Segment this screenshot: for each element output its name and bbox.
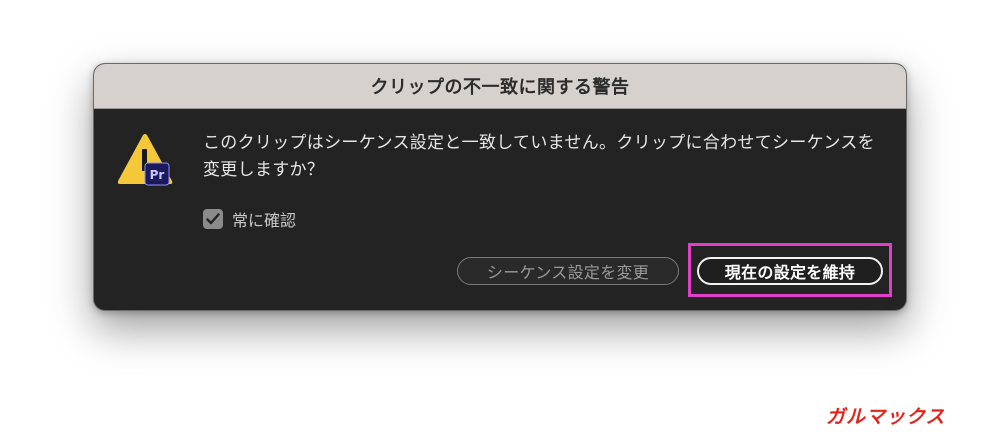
dialog-title: クリップの不一致に関する警告 [370,77,630,98]
change-sequence-settings-button[interactable]: シーケンス設定を変更 [457,257,679,285]
annotation-highlight-box [688,243,892,297]
dialog-message: このクリップはシーケンス設定と一致していません。クリップに合わせてシーケンスを変… [203,133,875,180]
always-ask-label: 常に確認 [232,211,297,230]
always-ask-row[interactable]: 常に確認 [203,207,296,231]
warning-premiere-icon: Pr [118,134,173,186]
checkmark-icon [206,213,220,225]
always-ask-checkbox[interactable] [203,209,223,229]
screenshot-stage: クリップの不一致に関する警告 Pr このクリップはシーケンス設定と一致していませ… [0,0,1000,434]
premiere-badge-text: Pr [150,168,165,182]
dialog-titlebar: クリップの不一致に関する警告 [94,64,906,109]
watermark-logo: ガルマックス [826,406,946,428]
